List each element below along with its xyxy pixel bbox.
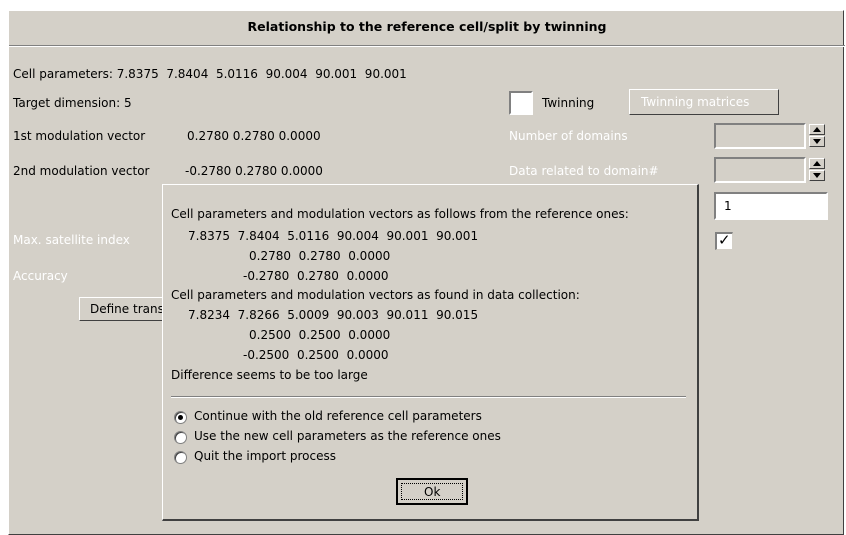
target-dimension-text: Target dimension: 5 <box>13 96 132 110</box>
number-of-domains-field[interactable] <box>714 123 806 149</box>
check-mark-icon: ✓ <box>718 231 731 249</box>
twinning-matrices-button[interactable]: Twinning matrices <box>629 89 779 115</box>
dialog-divider <box>171 396 686 398</box>
found-heading: Cell parameters and modulation vectors a… <box>171 288 580 302</box>
cell-parameters-value: 7.8375 7.8404 5.0116 90.004 90.001 90.00… <box>116 67 407 81</box>
reference-mod1-values: 0.2780 0.2780 0.0000 <box>249 249 391 263</box>
mod2-label: 2nd modulation vector <box>13 164 150 178</box>
arrow-down-icon <box>813 139 821 144</box>
reference-mod2-values: -0.2780 0.2780 0.0000 <box>243 269 389 283</box>
difference-note: Difference seems to be too large <box>171 368 368 382</box>
twinning-matrices-label: Twinning matrices <box>641 95 750 109</box>
window-title: Relationship to the reference cell/split… <box>247 19 607 34</box>
radio-selected-dot <box>178 415 183 420</box>
cell-comparison-dialog: Cell parameters and modulation vectors a… <box>162 184 699 521</box>
domains-spin-up[interactable] <box>809 124 825 135</box>
max-satellite-label: Max. satellite index <box>13 233 130 247</box>
option-quit-label[interactable]: Quit the import process <box>194 449 336 463</box>
option-use-new-label[interactable]: Use the new cell parameters as the refer… <box>194 429 501 443</box>
number-of-domains-label: Number of domains <box>509 129 628 143</box>
arrow-up-icon <box>813 161 821 166</box>
reference-heading: Cell parameters and modulation vectors a… <box>171 207 629 221</box>
domains-spin-down[interactable] <box>809 136 825 147</box>
mod1-label: 1st modulation vector <box>13 129 146 143</box>
mod1-value: 0.2780 0.2780 0.0000 <box>187 129 321 143</box>
arrow-down-icon <box>813 173 821 178</box>
found-cell-values: 7.8234 7.8266 5.0009 90.003 90.011 90.01… <box>188 308 479 322</box>
ok-button[interactable]: Ok <box>396 478 468 505</box>
cell-parameters-label: Cell parameters: <box>13 67 113 81</box>
ok-button-label: Ok <box>424 485 441 499</box>
title-divider <box>9 45 845 47</box>
cell-parameters-row: Cell parameters: 7.8375 7.8404 5.0116 90… <box>13 67 407 81</box>
define-button-label: Define transf <box>90 302 169 316</box>
option-continue-radio[interactable] <box>174 411 187 424</box>
twinning-label: Twinning <box>542 96 595 110</box>
mod2-value: -0.2780 0.2780 0.0000 <box>185 164 323 178</box>
data-related-label: Data related to domain# <box>509 164 659 178</box>
accuracy-label: Accuracy <box>13 269 68 283</box>
arrow-up-icon <box>813 127 821 132</box>
option-use-new-radio[interactable] <box>174 431 187 444</box>
found-mod1-values: 0.2500 0.2500 0.0000 <box>249 328 391 342</box>
max-satellite-value: 1 <box>724 199 732 213</box>
option-quit-radio[interactable] <box>174 451 187 464</box>
accuracy-checkbox[interactable]: ✓ <box>715 231 733 250</box>
data-related-spin-down[interactable] <box>809 170 825 181</box>
option-continue-label[interactable]: Continue with the old reference cell par… <box>194 409 482 423</box>
data-related-spin-up[interactable] <box>809 158 825 169</box>
found-mod2-values: -0.2500 0.2500 0.0000 <box>243 348 389 362</box>
reference-cell-values: 7.8375 7.8404 5.0116 90.004 90.001 90.00… <box>188 229 479 243</box>
data-related-field[interactable] <box>714 157 806 183</box>
max-satellite-input[interactable]: 1 <box>714 192 828 220</box>
twinning-checkbox[interactable] <box>509 91 533 115</box>
